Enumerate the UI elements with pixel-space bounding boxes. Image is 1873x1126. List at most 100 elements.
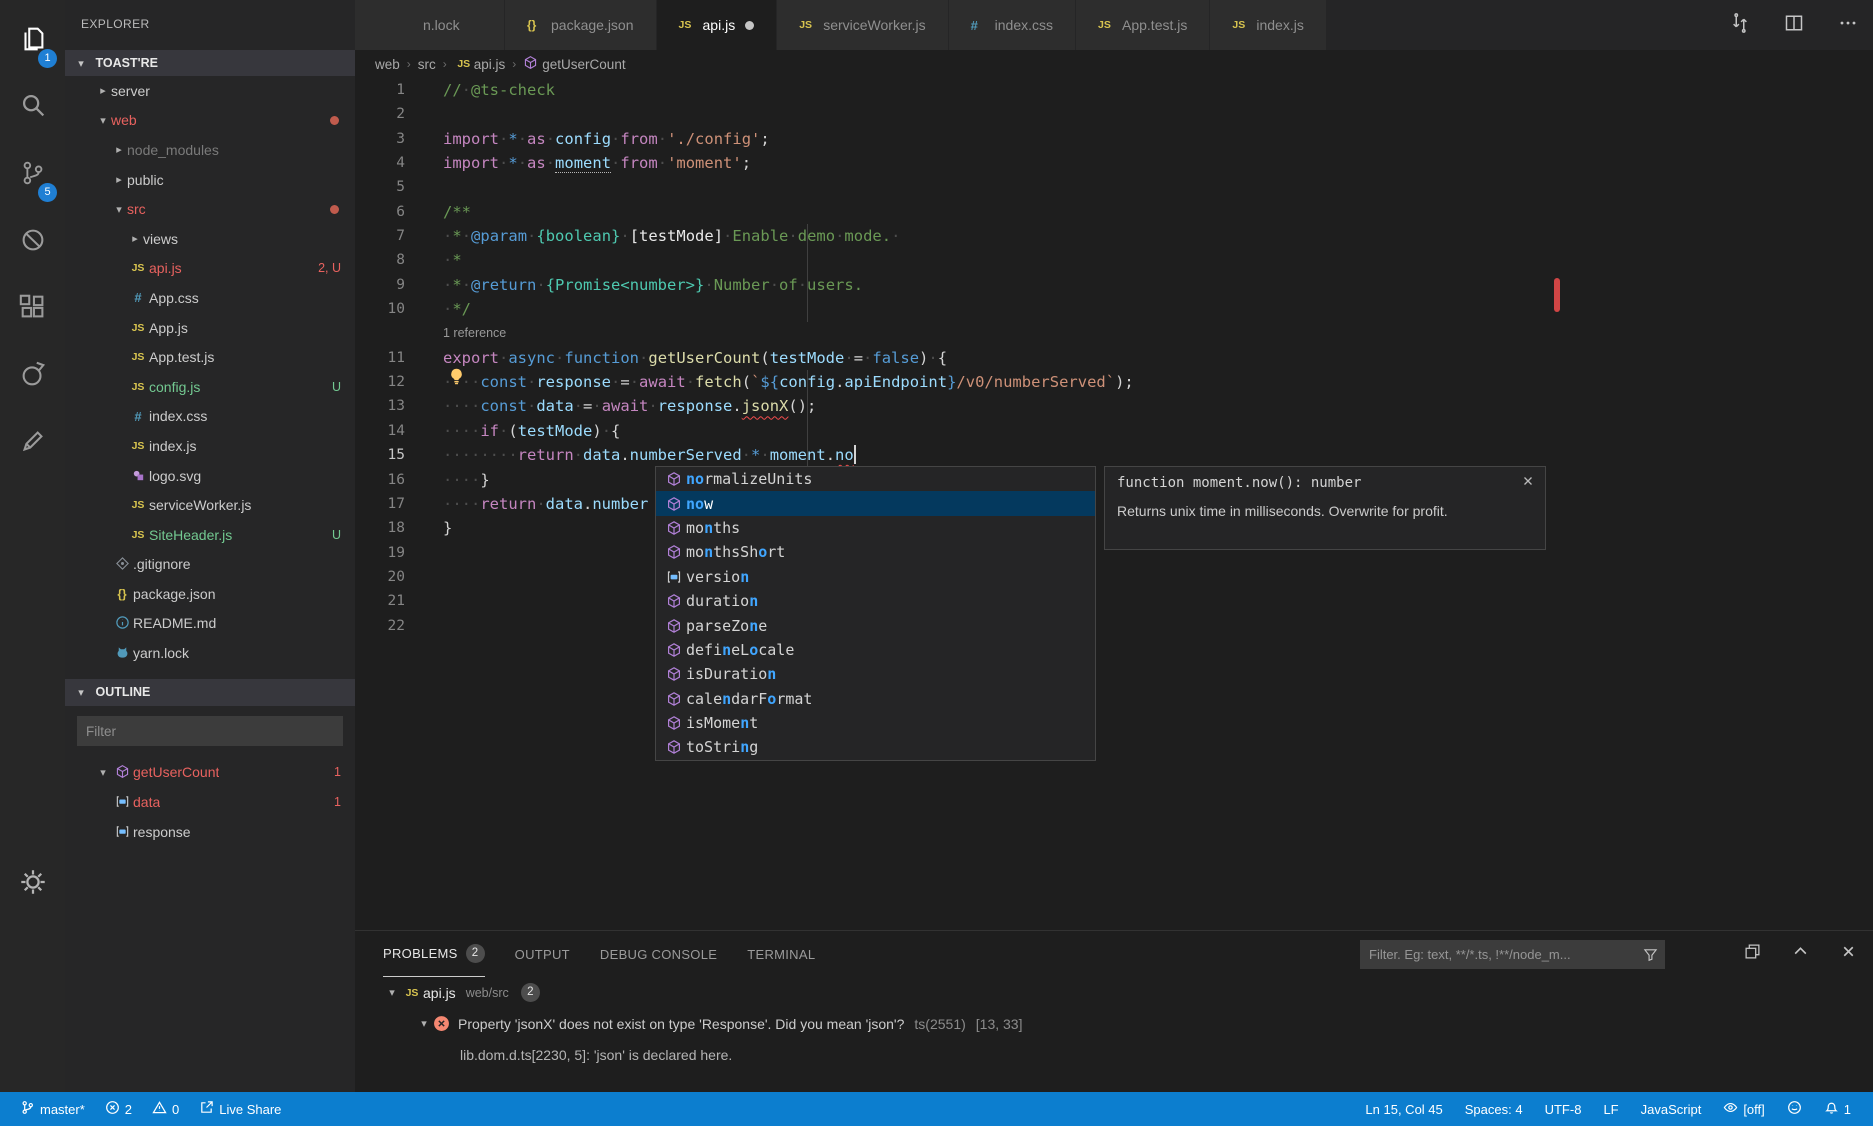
tree-item-api-js[interactable]: JSapi.js2, U xyxy=(65,254,355,284)
project-section-header[interactable]: ▾ TOAST'RE xyxy=(65,50,355,76)
tree-item-serviceworker-js[interactable]: JSserviceWorker.js xyxy=(65,490,355,520)
maximize-panel-button[interactable] xyxy=(1789,943,1811,965)
outline-filter-input[interactable] xyxy=(77,716,343,746)
tree-item-logo-svg[interactable]: logo.svg xyxy=(65,461,355,491)
code-line-11[interactable]: 11export·async·function·getUserCount(tes… xyxy=(355,346,1873,370)
code-line-12[interactable]: 12····const·response·=·await·fetch(`${co… xyxy=(355,370,1873,394)
tree-item-server[interactable]: ▸server xyxy=(65,76,355,106)
code-line-8[interactable]: 8·* xyxy=(355,248,1873,272)
code-line-3[interactable]: 3import·*·as·config·from·'./config'; xyxy=(355,127,1873,151)
activity-pencil[interactable] xyxy=(0,414,65,472)
status-git-branch[interactable]: master* xyxy=(12,1092,93,1126)
code-line-13[interactable]: 13····const·data·=·await·response.jsonX(… xyxy=(355,394,1873,418)
code-line-4[interactable]: 4import·*·as·moment·from·'moment'; xyxy=(355,151,1873,175)
status-blame-toggle[interactable]: [off] xyxy=(1715,1092,1772,1126)
suggestion-normalizeunits[interactable]: normalizeUnits xyxy=(656,467,1095,491)
activity-blocked[interactable] xyxy=(0,213,65,271)
suggestion-tostring[interactable]: toString xyxy=(656,735,1095,759)
tree-item-node-modules[interactable]: ▸node_modules xyxy=(65,135,355,165)
code-line-14[interactable]: 14····if·(testMode)·{ xyxy=(355,419,1873,443)
status-warnings[interactable]: 0 xyxy=(144,1092,187,1126)
code-line-10[interactable]: 10·*/ xyxy=(355,297,1873,321)
status-language-mode[interactable]: JavaScript xyxy=(1633,1092,1710,1126)
tree-item-gitignore[interactable]: .gitignore xyxy=(65,550,355,580)
breadcrumb-item-api-js[interactable]: JSapi.js xyxy=(454,57,506,72)
status-eol[interactable]: LF xyxy=(1595,1092,1626,1126)
tree-item-views[interactable]: ▸views xyxy=(65,224,355,254)
filter-icon[interactable] xyxy=(1643,947,1658,962)
tab-n-lock[interactable]: n.lock xyxy=(355,0,505,50)
close-icon[interactable] xyxy=(1521,474,1537,490)
panel-tab-debug-console[interactable]: DEBUG CONSOLE xyxy=(600,931,717,977)
tree-item-app-css[interactable]: #App.css xyxy=(65,283,355,313)
problem-row[interactable]: ▾ Property 'jsonX' does not exist on typ… xyxy=(355,1008,1873,1039)
code-line-22[interactable]: 22 xyxy=(355,614,1873,638)
outline-section-header[interactable]: ▾ OUTLINE xyxy=(65,679,355,706)
outline-item-data[interactable]: data1 xyxy=(65,787,355,817)
activity-search[interactable] xyxy=(0,79,65,137)
activity-extensions[interactable] xyxy=(0,280,65,338)
tree-item-siteheader-js[interactable]: JSSiteHeader.jsU xyxy=(65,520,355,550)
tab-package-json[interactable]: {}package.json xyxy=(505,0,657,50)
code-line-1[interactable]: 1//·@ts-check xyxy=(355,78,1873,102)
breadcrumb-item-web[interactable]: web xyxy=(375,57,400,72)
tree-item-app-test-js[interactable]: JSApp.test.js xyxy=(65,342,355,372)
status-feedback[interactable] xyxy=(1779,1092,1810,1126)
tab-index-css[interactable]: #index.css xyxy=(949,0,1076,50)
code-line-15[interactable]: 15········return·data.numberServed·*·mom… xyxy=(355,443,1873,467)
activity-explorer[interactable]: 1 xyxy=(0,12,65,70)
tree-item-app-js[interactable]: JSApp.js xyxy=(65,313,355,343)
split-editor-button[interactable] xyxy=(1777,8,1811,42)
close-panel-button[interactable] xyxy=(1837,943,1859,965)
suggestion-isduration[interactable]: isDuration xyxy=(656,662,1095,686)
tab-index-js[interactable]: JSindex.js xyxy=(1210,0,1326,50)
tree-item-index-js[interactable]: JSindex.js xyxy=(65,431,355,461)
open-changes-button[interactable] xyxy=(1723,8,1757,42)
suggestion-now[interactable]: now xyxy=(656,491,1095,515)
panel-tab-terminal[interactable]: TERMINAL xyxy=(747,931,815,977)
code-line-21[interactable]: 21 xyxy=(355,589,1873,613)
panel-tab-output[interactable]: OUTPUT xyxy=(515,931,570,977)
activity-settings[interactable] xyxy=(0,855,65,913)
tab-serviceworker-js[interactable]: JSserviceWorker.js xyxy=(777,0,948,50)
problems-file-group-row[interactable]: ▾ JS api.js web/src 2 xyxy=(355,977,1873,1008)
tree-item-web[interactable]: ▾web xyxy=(65,106,355,136)
restore-panel-button[interactable] xyxy=(1741,943,1763,965)
code-line-2[interactable]: 2 xyxy=(355,102,1873,126)
breadcrumb-item-src[interactable]: src xyxy=(418,57,436,72)
more-actions-button[interactable] xyxy=(1831,8,1865,42)
status-cursor-position[interactable]: Ln 15, Col 45 xyxy=(1357,1092,1450,1126)
code-line-7[interactable]: 7·*·@param·{boolean}·[testMode]·Enable·d… xyxy=(355,224,1873,248)
activity-circle-arrow[interactable] xyxy=(0,347,65,405)
activity-source-control[interactable]: 5 xyxy=(0,146,65,204)
suggestion-duration[interactable]: duration xyxy=(656,589,1095,613)
tree-item-yarn-lock[interactable]: yarn.lock xyxy=(65,638,355,668)
breadcrumb-item-getusercount[interactable]: getUserCount xyxy=(523,55,625,73)
status-live-share[interactable]: Live Share xyxy=(191,1092,289,1126)
code-line-20[interactable]: 20 xyxy=(355,565,1873,589)
status-indentation[interactable]: Spaces: 4 xyxy=(1457,1092,1531,1126)
suggestion-calendarformat[interactable]: calendarFormat xyxy=(656,687,1095,711)
code-line-9[interactable]: 9·*·@return·{Promise<number>}·Number·of·… xyxy=(355,273,1873,297)
code-line-6[interactable]: 6/** xyxy=(355,200,1873,224)
status-encoding[interactable]: UTF-8 xyxy=(1537,1092,1590,1126)
outline-item-response[interactable]: response xyxy=(65,817,355,847)
outline-item-getusercount[interactable]: ▾getUserCount1 xyxy=(65,757,355,787)
tree-item-package-json[interactable]: {}package.json xyxy=(65,579,355,609)
tree-item-index-css[interactable]: #index.css xyxy=(65,402,355,432)
suggestion-ismoment[interactable]: isMoment xyxy=(656,711,1095,735)
suggestion-definelocale[interactable]: defineLocale xyxy=(656,638,1095,662)
tab-api-js[interactable]: JSapi.js xyxy=(657,0,778,50)
suggestion-monthsshort[interactable]: monthsShort xyxy=(656,540,1095,564)
tree-item-config-js[interactable]: JSconfig.jsU xyxy=(65,372,355,402)
status-notifications[interactable]: 1 xyxy=(1816,1092,1859,1126)
suggestion-parsezone[interactable]: parseZone xyxy=(656,613,1095,637)
lightbulb-icon[interactable] xyxy=(447,367,466,386)
status-errors[interactable]: 2 xyxy=(97,1092,140,1126)
problems-filter-input[interactable] xyxy=(1360,940,1665,969)
suggestion-months[interactable]: months xyxy=(656,516,1095,540)
tree-item-src[interactable]: ▾src xyxy=(65,194,355,224)
tree-item-readme-md[interactable]: README.md xyxy=(65,609,355,639)
suggestion-version[interactable]: version xyxy=(656,565,1095,589)
code-line-5[interactable]: 5 xyxy=(355,175,1873,199)
